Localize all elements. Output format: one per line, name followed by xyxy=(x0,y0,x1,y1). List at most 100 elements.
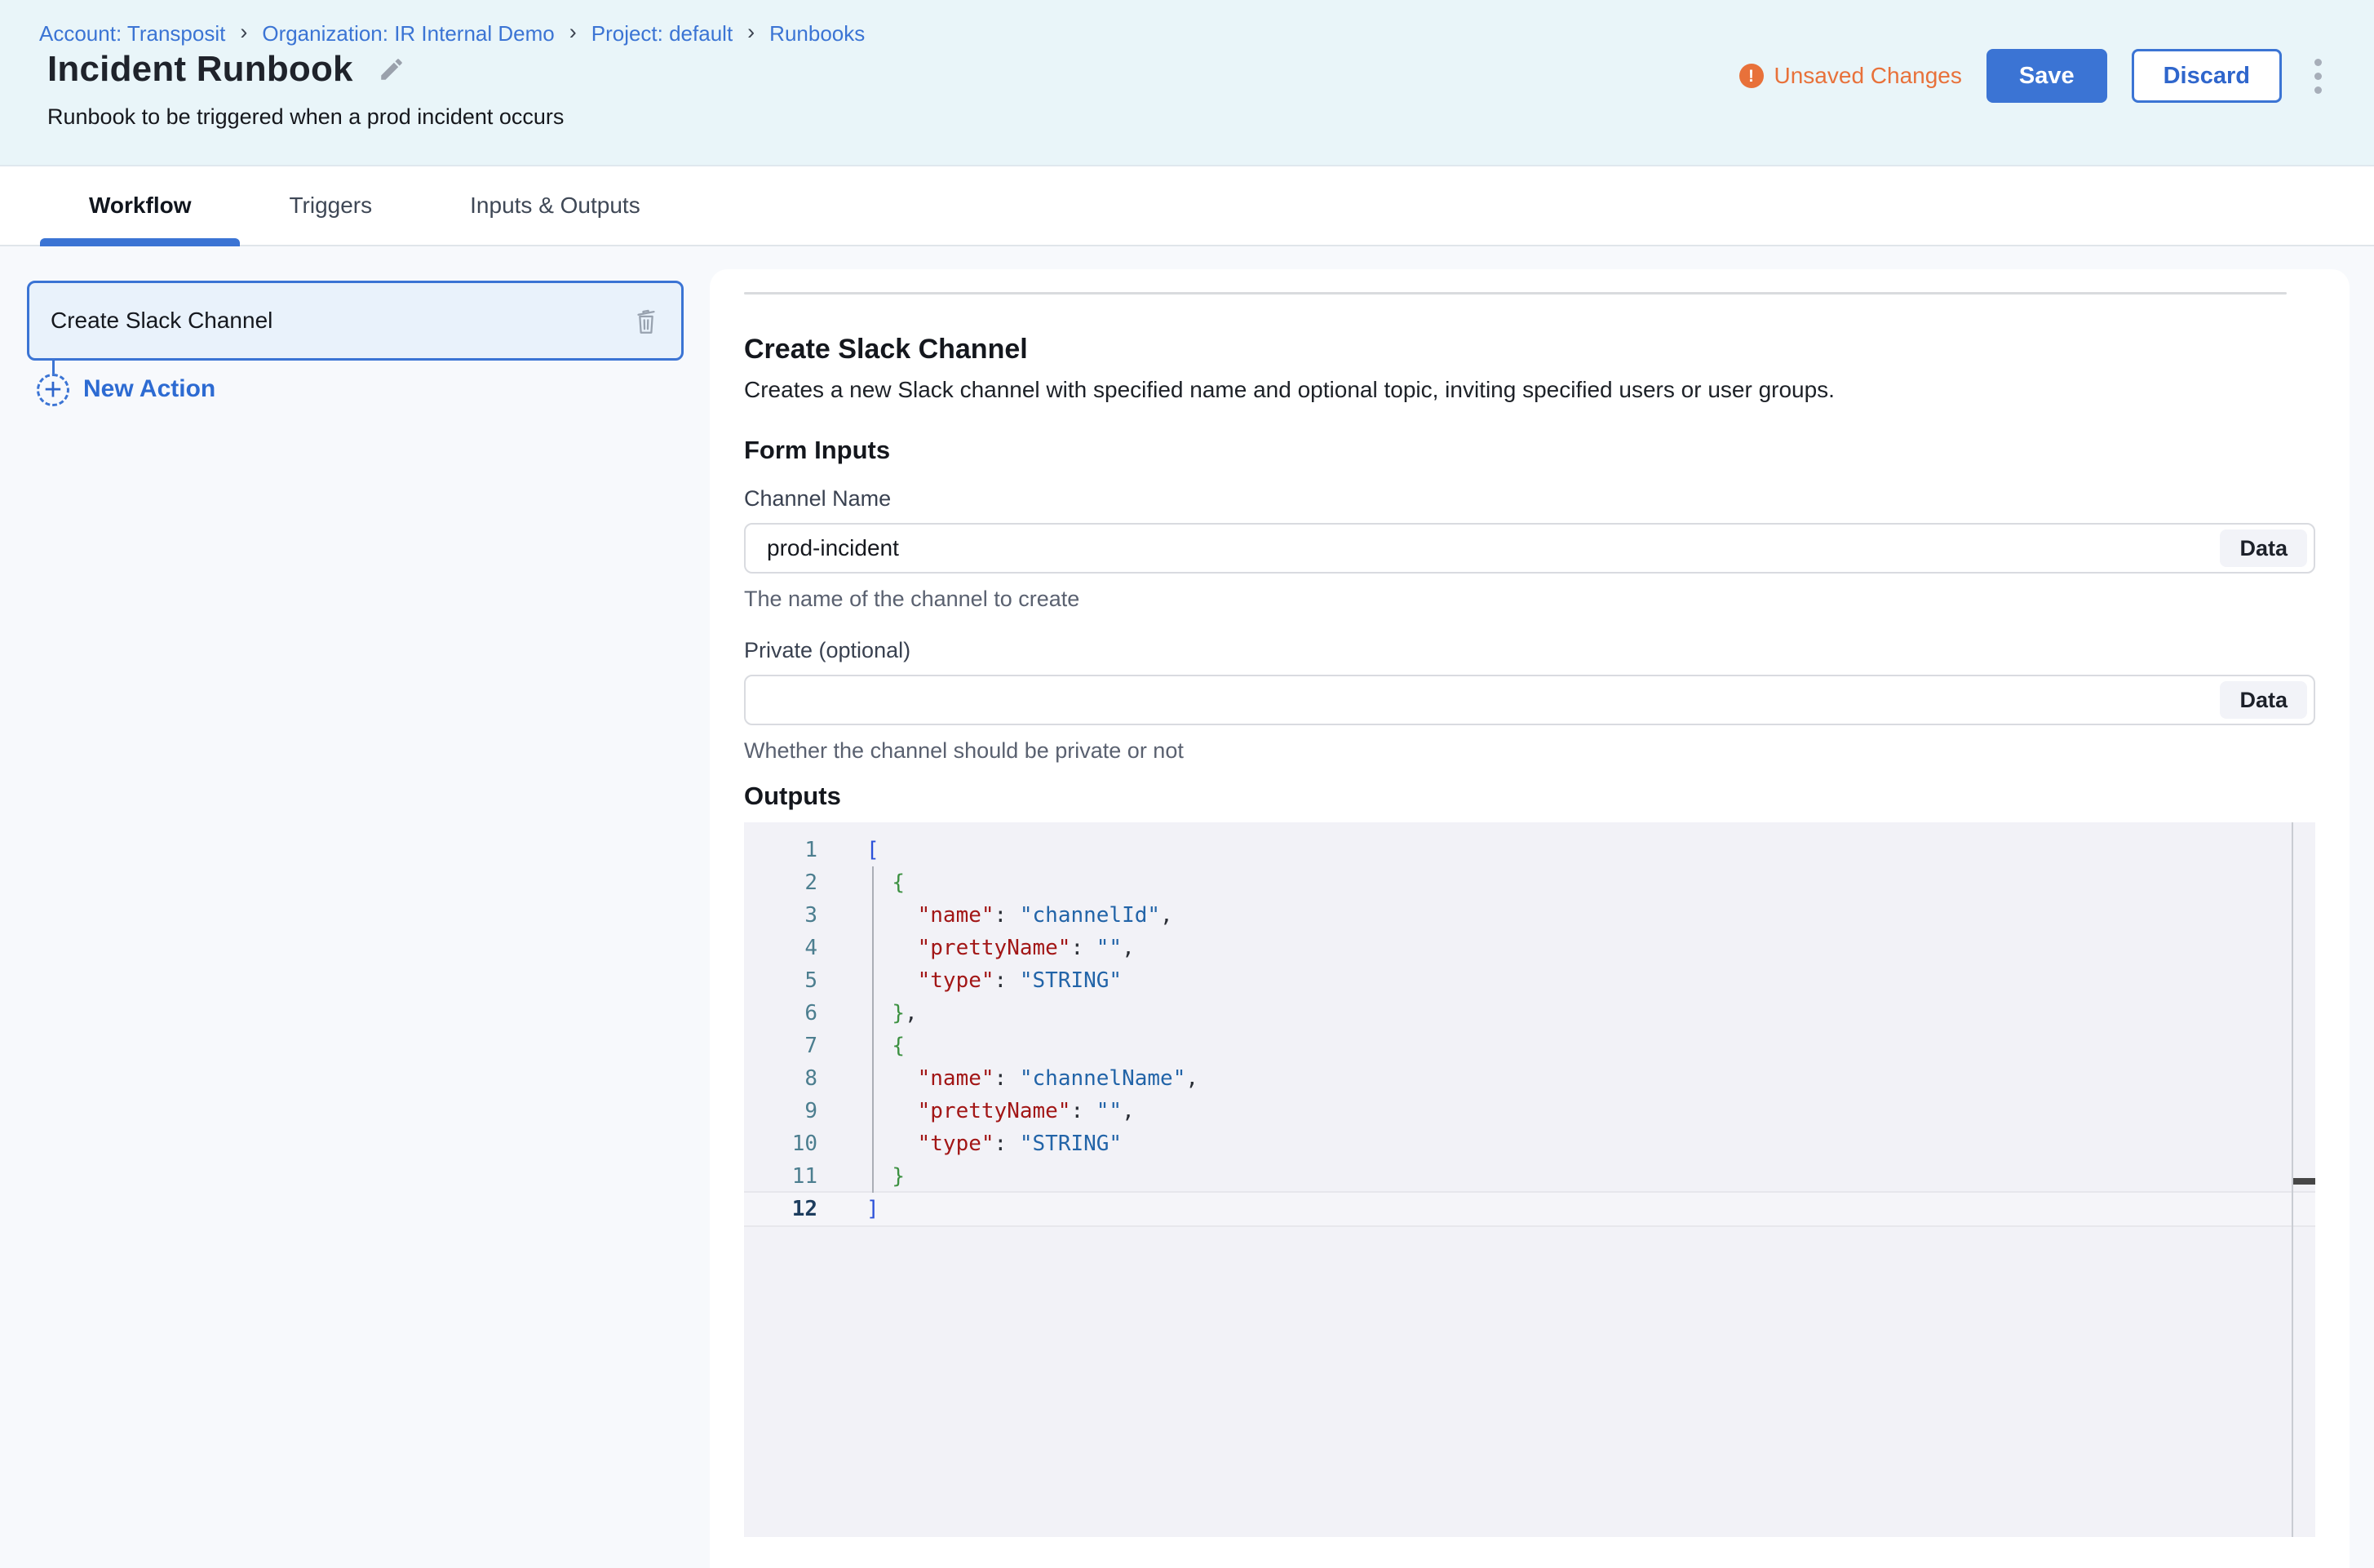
breadcrumb-organization[interactable]: Organization: IR Internal Demo xyxy=(262,21,554,47)
line-number: 5 xyxy=(744,964,817,997)
tab-inputs-outputs[interactable]: Inputs & Outputs xyxy=(421,166,689,245)
code-token-plain: : xyxy=(994,903,1020,928)
channel-name-input[interactable] xyxy=(765,524,2220,573)
code-line: 1[ xyxy=(744,834,2315,866)
code-token-plain xyxy=(866,1066,918,1091)
line-number: 12 xyxy=(744,1193,817,1225)
code-token-plain xyxy=(866,1001,892,1025)
code-token-bracket: [ xyxy=(866,838,879,862)
line-number: 7 xyxy=(744,1030,817,1062)
code-token-plain xyxy=(866,1099,918,1123)
panel-divider xyxy=(744,292,2287,295)
runbook-description: Runbook to be triggered when a prod inci… xyxy=(47,104,564,130)
outputs-code-editor[interactable]: 1[2 {3 "name": "channelId",4 "prettyName… xyxy=(744,822,2315,1537)
code-line: 10 "type": "STRING" xyxy=(744,1127,2315,1160)
code-token-plain: , xyxy=(1185,1066,1198,1091)
code-token-str: "" xyxy=(1096,936,1122,960)
code-token-plain xyxy=(866,968,918,993)
discard-button[interactable]: Discard xyxy=(2132,49,2282,103)
outputs-heading: Outputs xyxy=(744,782,2315,811)
line-number: 4 xyxy=(744,932,817,964)
code-token-key: "name" xyxy=(918,1066,994,1091)
code-token-plain: , xyxy=(1160,903,1173,928)
channel-name-label: Channel Name xyxy=(744,486,2315,512)
chevron-right-icon: › xyxy=(240,20,247,45)
action-card-label: Create Slack Channel xyxy=(51,308,632,334)
code-token-key: "prettyName" xyxy=(918,1099,1071,1123)
code-token-plain: : xyxy=(994,1132,1020,1156)
code-token-plain: , xyxy=(905,1001,918,1025)
channel-name-input-row: Data xyxy=(744,523,2315,574)
workflow-action-list: Create Slack Channel + New Action xyxy=(0,246,710,1568)
code-token-plain: : xyxy=(994,1066,1020,1091)
code-token-plain xyxy=(866,1132,918,1156)
channel-name-data-button[interactable]: Data xyxy=(2220,529,2307,567)
indent-guide-line xyxy=(872,866,874,1193)
code-line: 8 "name": "channelName", xyxy=(744,1062,2315,1095)
channel-name-helper: The name of the channel to create xyxy=(744,587,2315,612)
kebab-menu-icon[interactable] xyxy=(2306,52,2330,100)
line-number: 9 xyxy=(744,1095,817,1127)
private-label: Private (optional) xyxy=(744,638,2315,663)
code-token-plain: , xyxy=(1122,936,1135,960)
code-token-plain xyxy=(866,936,918,960)
unsaved-changes-badge: ! Unsaved Changes xyxy=(1739,63,1962,89)
tab-workflow[interactable]: Workflow xyxy=(40,166,240,245)
breadcrumb-account[interactable]: Account: Transposit xyxy=(39,21,225,47)
code-token-plain: , xyxy=(1122,1099,1135,1123)
private-data-button[interactable]: Data xyxy=(2220,681,2307,719)
code-token-str: "channelId" xyxy=(1020,903,1160,928)
line-number: 2 xyxy=(744,866,817,899)
breadcrumb-runbooks[interactable]: Runbooks xyxy=(769,21,865,47)
warning-icon: ! xyxy=(1739,64,1764,88)
code-token-brace: } xyxy=(892,1164,905,1189)
code-token-brace: } xyxy=(892,1001,905,1025)
code-token-plain: : xyxy=(1070,1099,1096,1123)
action-connector-line xyxy=(52,361,55,374)
line-number: 8 xyxy=(744,1062,817,1095)
chevron-right-icon: › xyxy=(747,20,755,45)
private-helper: Whether the channel should be private or… xyxy=(744,738,2315,764)
action-detail-description: Creates a new Slack channel with specifi… xyxy=(744,377,2315,403)
code-token-brace: { xyxy=(892,870,905,895)
code-line: 6 }, xyxy=(744,997,2315,1030)
tab-bar: Workflow Triggers Inputs & Outputs xyxy=(0,166,2374,246)
code-line: 2 { xyxy=(744,866,2315,899)
editor-scrollbar-thumb[interactable] xyxy=(2293,1178,2315,1185)
private-input-row: Data xyxy=(744,675,2315,725)
code-line: 11 } xyxy=(744,1160,2315,1193)
action-card-create-slack-channel[interactable]: Create Slack Channel xyxy=(27,281,684,361)
code-token-plain xyxy=(866,1164,892,1189)
private-input[interactable] xyxy=(765,675,2220,724)
line-number: 11 xyxy=(744,1160,817,1193)
new-action-plus-icon[interactable]: + xyxy=(37,374,69,406)
tab-triggers[interactable]: Triggers xyxy=(240,166,421,245)
code-token-str: "STRING" xyxy=(1020,968,1122,993)
chevron-right-icon: › xyxy=(569,20,577,45)
code-line: 5 "type": "STRING" xyxy=(744,964,2315,997)
breadcrumb: Account: Transposit › Organization: IR I… xyxy=(39,21,865,47)
action-detail-panel: Create Slack Channel Creates a new Slack… xyxy=(710,269,2350,1568)
code-token-plain xyxy=(866,903,918,928)
edit-title-pencil-icon[interactable] xyxy=(378,55,405,83)
unsaved-changes-label: Unsaved Changes xyxy=(1774,63,1962,89)
code-line: 4 "prettyName": "", xyxy=(744,932,2315,964)
form-inputs-heading: Form Inputs xyxy=(744,436,2315,465)
line-number: 10 xyxy=(744,1127,817,1160)
breadcrumb-project[interactable]: Project: default xyxy=(591,21,733,47)
code-token-key: "type" xyxy=(918,968,994,993)
delete-action-trash-icon[interactable] xyxy=(632,305,660,336)
code-token-bracket: ] xyxy=(866,1197,879,1221)
code-editor-lines: 1[2 {3 "name": "channelId",4 "prettyName… xyxy=(744,822,2315,1225)
code-line: 12] xyxy=(744,1193,2315,1225)
code-token-plain xyxy=(866,870,892,895)
code-token-brace: { xyxy=(892,1034,905,1058)
code-token-key: "name" xyxy=(918,903,994,928)
code-token-str: "channelName" xyxy=(1020,1066,1186,1091)
code-token-plain xyxy=(866,1034,892,1058)
code-token-plain: : xyxy=(1070,936,1096,960)
code-line: 9 "prettyName": "", xyxy=(744,1095,2315,1127)
new-action-button[interactable]: New Action xyxy=(83,375,215,403)
code-token-str: "STRING" xyxy=(1020,1132,1122,1156)
save-button[interactable]: Save xyxy=(1986,49,2107,103)
